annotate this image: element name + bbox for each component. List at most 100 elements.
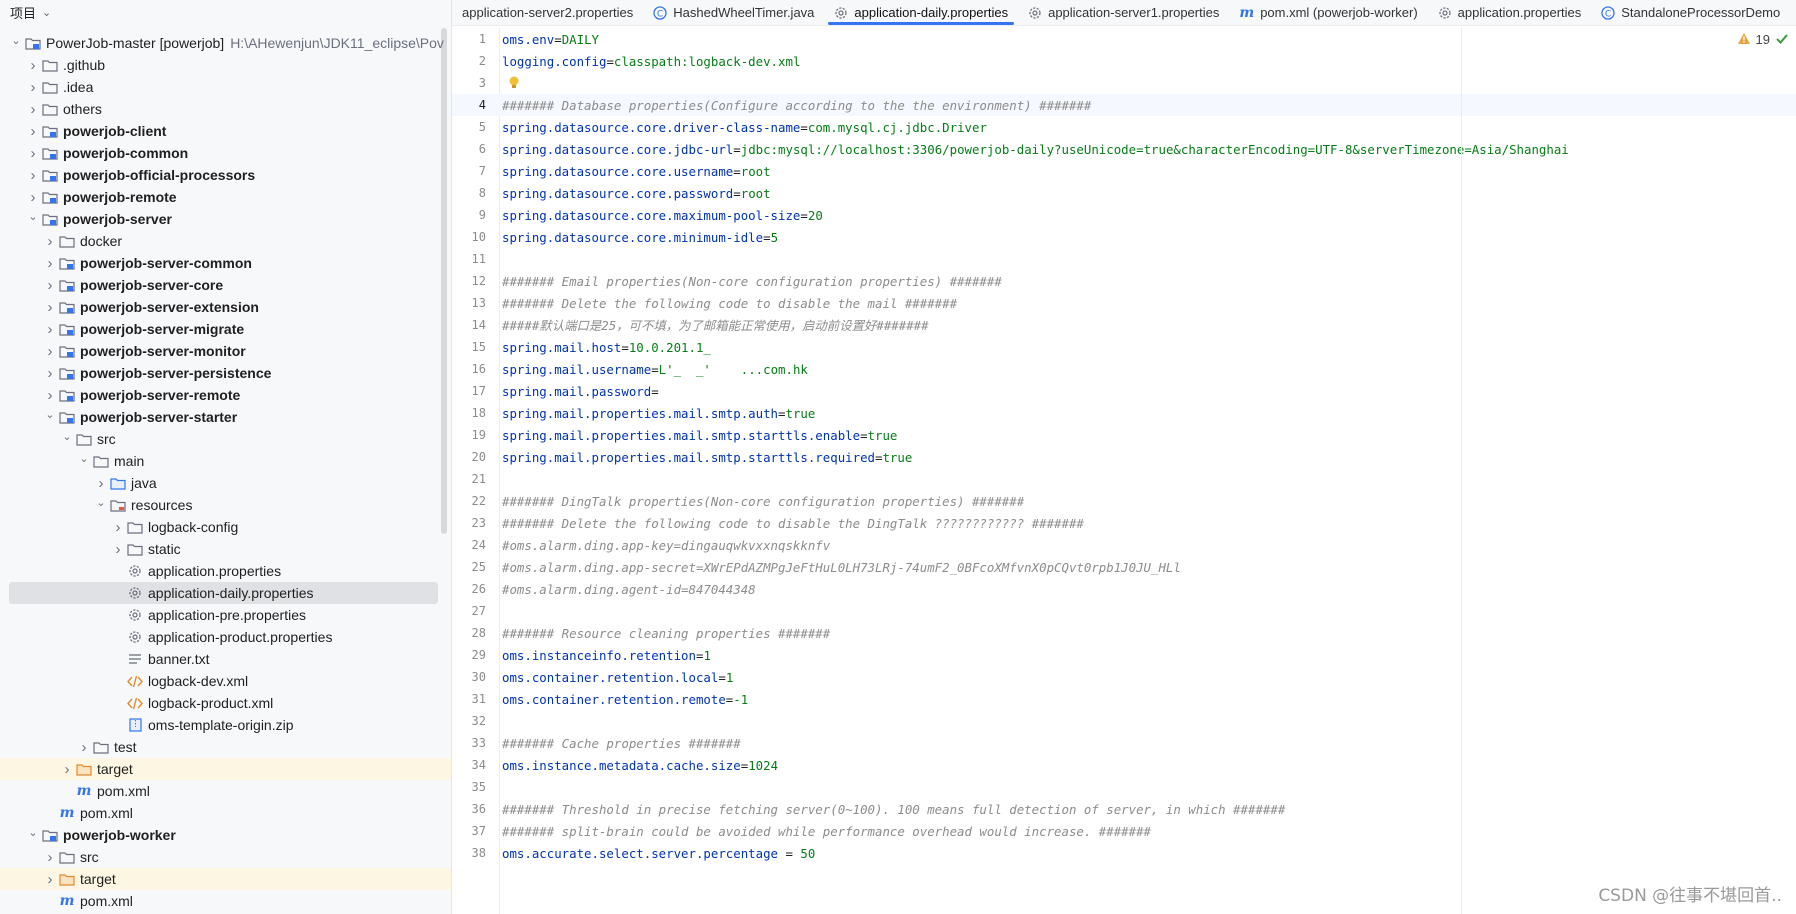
lightbulb-icon[interactable] (508, 76, 520, 93)
editor-tab[interactable]: C HashedWheelTimer.java (643, 0, 824, 25)
code-line[interactable]: 34 oms.instance.metadata.cache.size=1024 (452, 754, 1796, 776)
tree-node[interactable]: › target (0, 868, 451, 890)
chevron-down-icon[interactable]: ⌄ (59, 430, 75, 443)
code-line[interactable]: 20 spring.mail.properties.mail.smtp.start… (452, 446, 1796, 468)
tree-node[interactable]: › powerjob-common (0, 142, 451, 164)
code-line[interactable]: 30 oms.container.retention.local=1 (452, 666, 1796, 688)
tree-node[interactable]: › powerjob-server-common (0, 252, 451, 274)
code-line[interactable]: 24 #oms.alarm.ding.app-key=dingauqwkvxxnq… (452, 534, 1796, 556)
code-line[interactable]: 16 spring.mail.username=L'_ _' ...com.hk (452, 358, 1796, 380)
code-editor[interactable]: 1 oms.env=DAILY 2 logging.config=classpath:… (452, 28, 1796, 914)
tree-node[interactable]: › .idea (0, 76, 451, 98)
code-line[interactable]: 6 spring.datasource.core.jdbc-url=jdbc:my… (452, 138, 1796, 160)
chevron-right-icon[interactable]: › (25, 101, 41, 118)
code-line[interactable]: 4 ####### Database properties(Configure a… (452, 94, 1796, 116)
chevron-right-icon[interactable]: › (42, 387, 58, 404)
tree-node[interactable]: › others (0, 98, 451, 120)
editor-tab[interactable]: C StandaloneProcessorDemo (1591, 0, 1790, 25)
chevron-down-icon[interactable]: ⌄ (25, 210, 41, 223)
code-line[interactable]: 18 spring.mail.properties.mail.smtp.auth=… (452, 402, 1796, 424)
code-line[interactable]: 19 spring.mail.properties.mail.smtp.start… (452, 424, 1796, 446)
code-line[interactable]: 35 (452, 776, 1796, 798)
tree-node[interactable]: ⌄ powerjob-worker (0, 824, 451, 846)
editor-tab[interactable]: application-server1.properties (1018, 0, 1229, 25)
tree-node[interactable]: › powerjob-server-persistence (0, 362, 451, 384)
editor-tab[interactable]: application.properties (1428, 0, 1592, 25)
chevron-down-icon[interactable]: ⌄ (42, 408, 58, 421)
code-line[interactable]: 37 ####### split-brain could be avoided w… (452, 820, 1796, 842)
tree-node[interactable]: › src (0, 846, 451, 868)
tree-node[interactable]: ⌄ src (0, 428, 451, 450)
code-line[interactable]: 5 spring.datasource.core.driver-class-nam… (452, 116, 1796, 138)
chevron-right-icon[interactable]: › (25, 189, 41, 206)
chevron-right-icon[interactable]: › (42, 871, 58, 888)
tree-node[interactable]: application-pre.properties (0, 604, 451, 626)
tree-node[interactable]: › powerjob-official-processors (0, 164, 451, 186)
code-line[interactable]: 8 spring.datasource.core.password=root (452, 182, 1796, 204)
tree-node[interactable]: › .github (0, 54, 451, 76)
chevron-right-icon[interactable]: › (25, 123, 41, 140)
code-line[interactable]: 1 oms.env=DAILY (452, 28, 1796, 50)
chevron-down-icon[interactable]: ⌄ (25, 826, 41, 839)
code-line[interactable]: 33 ####### Cache properties ####### (452, 732, 1796, 754)
code-line[interactable]: 28 ####### Resource cleaning properties #… (452, 622, 1796, 644)
chevron-right-icon[interactable]: › (42, 255, 58, 272)
code-line[interactable]: 29 oms.instanceinfo.retention=1 (452, 644, 1796, 666)
code-line[interactable]: 32 (452, 710, 1796, 732)
inspection-widget[interactable]: 19 (1737, 32, 1788, 47)
code-line[interactable]: 14 #####默认端口是25，可不填，为了邮箱能正常使用，启动前设置好#####… (452, 314, 1796, 336)
tree-node[interactable]: › docker (0, 230, 451, 252)
editor-tab[interactable]: m pom.xml (powerjob-worker) (1229, 0, 1427, 25)
tree-node[interactable]: › java (0, 472, 451, 494)
code-line[interactable]: 17 spring.mail.password= (452, 380, 1796, 402)
project-view-selector[interactable]: 项目 ⌄ (0, 0, 451, 25)
chevron-down-icon[interactable]: ⌄ (8, 34, 24, 47)
chevron-right-icon[interactable]: › (59, 761, 75, 778)
chevron-down-icon[interactable]: ⌄ (76, 452, 92, 465)
tree-node[interactable]: banner.txt (0, 648, 451, 670)
code-line[interactable]: 3 (452, 72, 1796, 94)
tree-node[interactable]: › powerjob-server-migrate (0, 318, 451, 340)
tree-node[interactable]: › powerjob-remote (0, 186, 451, 208)
code-line[interactable]: 12 ####### Email properties(Non-core conf… (452, 270, 1796, 292)
tree-scrollbar[interactable] (441, 28, 447, 534)
code-line[interactable]: 15 spring.mail.host=10.0.201.1_ (452, 336, 1796, 358)
tree-node[interactable]: › powerjob-server-monitor (0, 340, 451, 362)
code-line[interactable]: 22 ####### DingTalk properties(Non-core c… (452, 490, 1796, 512)
chevron-right-icon[interactable]: › (25, 79, 41, 96)
chevron-right-icon[interactable]: › (42, 277, 58, 294)
tree-node[interactable]: › logback-config (0, 516, 451, 538)
tree-node[interactable]: application.properties (0, 560, 451, 582)
tree-node[interactable]: ⌄ main (0, 450, 451, 472)
chevron-right-icon[interactable]: › (110, 519, 126, 536)
tree-node[interactable]: › target (0, 758, 451, 780)
chevron-right-icon[interactable]: › (42, 343, 58, 360)
tree-node[interactable]: › powerjob-client (0, 120, 451, 142)
tree-node[interactable]: › powerjob-server-extension (0, 296, 451, 318)
code-line[interactable]: 38 oms.accurate.select.server.percentage … (452, 842, 1796, 864)
tree-node[interactable]: › powerjob-server-remote (0, 384, 451, 406)
tree-node[interactable]: ⌄ powerjob-server-starter (0, 406, 451, 428)
editor-tab[interactable]: application-server2.properties (452, 0, 643, 25)
tree-node[interactable]: logback-dev.xml (0, 670, 451, 692)
editor-tab[interactable]: application-daily.properties (824, 0, 1018, 25)
chevron-right-icon[interactable]: › (42, 849, 58, 866)
code-line[interactable]: 13 ####### Delete the following code to d… (452, 292, 1796, 314)
chevron-right-icon[interactable]: › (93, 475, 109, 492)
tree-node[interactable]: oms-template-origin.zip (0, 714, 451, 736)
code-line[interactable]: 2 logging.config=classpath:logback-dev.xm… (452, 50, 1796, 72)
chevron-right-icon[interactable]: › (25, 167, 41, 184)
tree-node[interactable]: m pom.xml (0, 780, 451, 802)
tree-node[interactable]: m pom.xml (0, 890, 451, 912)
chevron-right-icon[interactable]: › (25, 145, 41, 162)
code-line[interactable]: 21 (452, 468, 1796, 490)
tree-node[interactable]: application-product.properties (0, 626, 451, 648)
chevron-right-icon[interactable]: › (25, 57, 41, 74)
code-line[interactable]: 7 spring.datasource.core.username=root (452, 160, 1796, 182)
chevron-right-icon[interactable]: › (76, 739, 92, 756)
chevron-right-icon[interactable]: › (42, 233, 58, 250)
tree-node[interactable]: logback-product.xml (0, 692, 451, 714)
code-line[interactable]: 11 (452, 248, 1796, 270)
code-line[interactable]: 36 ####### Threshold in precise fetching … (452, 798, 1796, 820)
code-line[interactable]: 26 #oms.alarm.ding.agent-id=847044348 (452, 578, 1796, 600)
